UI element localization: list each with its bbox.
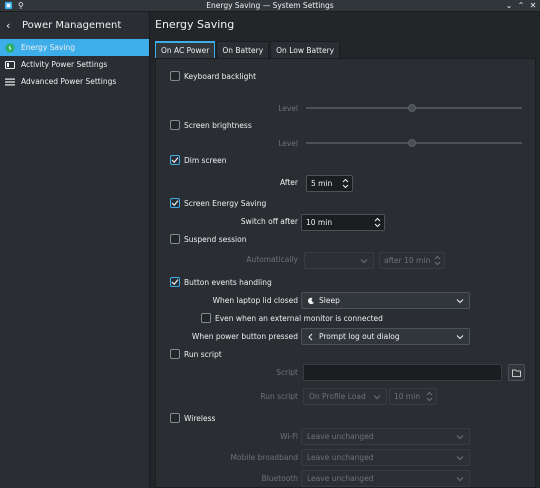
spinbox-value: after 10 min (384, 256, 431, 265)
run-script-label: Run script (184, 349, 222, 359)
screen-brightness-label: Screen brightness (184, 120, 252, 130)
sleep-icon (307, 297, 315, 305)
window-title: Energy Saving — System Settings (206, 1, 334, 10)
script-path-field[interactable] (303, 364, 502, 381)
screen-energy-saving-label: Screen Energy Saving (184, 198, 267, 208)
mobile-broadband-action-combobox[interactable]: Leave unchanged (301, 449, 470, 466)
run-script-checkbox[interactable] (170, 349, 180, 359)
combobox-value: Leave unchanged (307, 432, 374, 441)
run-script-when-label: Run script (260, 392, 298, 401)
script-label: Script (276, 368, 298, 377)
sidebar-header: ‹ Power Management (0, 12, 149, 39)
sidebar-item-energy-saving[interactable]: Energy Saving (0, 39, 149, 56)
back-arrow-icon[interactable]: ‹ (6, 19, 18, 32)
tab-on-ac-power[interactable]: On AC Power (155, 41, 216, 58)
screen-brightness-checkbox[interactable] (170, 120, 180, 130)
suspend-after-spinbox[interactable]: after 10 min (379, 252, 445, 269)
title-bar: ⚲ Energy Saving — System Settings ⌄ ⌃ ✕ (0, 0, 540, 12)
chevron-down-icon (373, 395, 381, 400)
minimize-icon[interactable]: ⌄ (504, 1, 514, 11)
lid-closed-action-combobox[interactable]: Sleep (301, 292, 470, 309)
checkmark-icon (171, 200, 179, 207)
external-monitor-checkbox[interactable] (201, 313, 211, 323)
run-script-time-spinbox[interactable]: 10 min (389, 388, 437, 405)
suspend-session-checkbox[interactable] (170, 234, 180, 244)
wifi-action-combobox[interactable]: Leave unchanged (301, 428, 470, 445)
combobox-value: Sleep (319, 296, 340, 305)
power-button-pressed-label: When power button pressed (191, 332, 298, 341)
chevron-down-icon (456, 335, 464, 340)
sidebar-item-advanced-power-settings[interactable]: Advanced Power Settings (0, 73, 149, 90)
spin-arrows-icon[interactable] (434, 254, 441, 267)
spinbox-value: 10 min (394, 392, 421, 401)
spin-arrows-icon[interactable] (374, 216, 381, 229)
browse-folder-button[interactable] (508, 364, 525, 381)
combobox-value: Leave unchanged (307, 453, 374, 462)
run-script-when-combobox[interactable]: On Profile Load (303, 388, 387, 405)
slider-handle[interactable] (408, 104, 416, 112)
button-events-label: Button events handling (184, 277, 272, 287)
keyboard-backlight-slider[interactable] (306, 104, 522, 112)
suspend-action-combobox[interactable] (304, 252, 374, 269)
suspend-session-label: Suspend session (184, 234, 247, 244)
battery-icon (5, 43, 15, 53)
screen-energy-saving-checkbox[interactable] (170, 198, 180, 208)
spinbox-value: 10 min (306, 218, 333, 227)
combobox-value: Prompt log out dialog (319, 332, 400, 341)
chevron-down-icon (456, 456, 464, 461)
sidebar-item-activity-power-settings[interactable]: Activity Power Settings (0, 56, 149, 73)
spinbox-value: 5 min (311, 179, 333, 188)
power-button-action-combobox[interactable]: Prompt log out dialog (301, 328, 470, 345)
button-events-checkbox[interactable] (170, 277, 180, 287)
chevron-down-icon (456, 435, 464, 440)
dim-screen-label: Dim screen (184, 155, 227, 165)
sidebar-item-label: Activity Power Settings (21, 60, 108, 69)
menu-icon (5, 77, 15, 87)
dim-screen-after-label: After (279, 178, 298, 187)
close-icon[interactable]: ✕ (528, 1, 538, 11)
external-monitor-label: Even when an external monitor is connect… (215, 313, 383, 323)
suspend-automatically-label: Automatically (246, 255, 298, 264)
bluetooth-action-combobox[interactable]: Leave unchanged (301, 470, 470, 487)
checkmark-icon (171, 279, 179, 286)
spin-arrows-icon[interactable] (426, 390, 433, 403)
bluetooth-label: Bluetooth (261, 474, 298, 483)
checkmark-icon (171, 157, 179, 164)
dim-screen-checkbox[interactable] (170, 155, 180, 165)
tab-on-low-battery[interactable]: On Low Battery (270, 41, 341, 58)
keyboard-backlight-level-label: Level (278, 104, 298, 113)
main-area: Energy Saving On AC Power On Battery On … (150, 12, 540, 488)
wireless-checkbox[interactable] (170, 413, 180, 423)
dim-screen-after-spinbox[interactable]: 5 min (306, 175, 353, 192)
sidebar-title: Power Management (22, 20, 122, 31)
chevron-down-icon (456, 477, 464, 482)
folder-icon (512, 369, 521, 377)
tab-on-battery[interactable]: On Battery (216, 41, 270, 58)
combobox-value: On Profile Load (309, 392, 366, 401)
laptop-lid-closed-label: When laptop lid closed (212, 296, 298, 305)
spin-arrows-icon[interactable] (342, 177, 349, 190)
sidebar-item-label: Energy Saving (21, 43, 76, 52)
wifi-label: Wi-Fi (280, 432, 298, 441)
switch-off-after-label: Switch off after (240, 217, 298, 226)
screen-brightness-slider[interactable] (306, 139, 522, 147)
logout-icon (307, 333, 315, 341)
keyboard-backlight-label: Keyboard backlight (184, 71, 257, 81)
chevron-down-icon (456, 299, 464, 304)
activity-icon (5, 60, 15, 70)
chevron-down-icon (360, 259, 368, 264)
mobile-broadband-label: Mobile broadband (230, 453, 298, 462)
sidebar-item-label: Advanced Power Settings (21, 77, 117, 86)
sidebar: ‹ Power Management Energy Saving Activit… (0, 12, 150, 488)
screen-brightness-level-label: Level (278, 139, 298, 148)
switch-off-after-spinbox[interactable]: 10 min (301, 214, 385, 231)
combobox-value: Leave unchanged (307, 474, 374, 483)
slider-handle[interactable] (408, 139, 416, 147)
maximize-icon[interactable]: ⌃ (516, 1, 526, 11)
keyboard-backlight-checkbox[interactable] (170, 71, 180, 81)
settings-panel: Keyboard backlight Level Screen brightne… (155, 58, 536, 488)
page-title: Energy Saving (155, 18, 235, 31)
wireless-label: Wireless (184, 413, 216, 423)
tab-bar: On AC Power On Battery On Low Battery (155, 41, 341, 58)
